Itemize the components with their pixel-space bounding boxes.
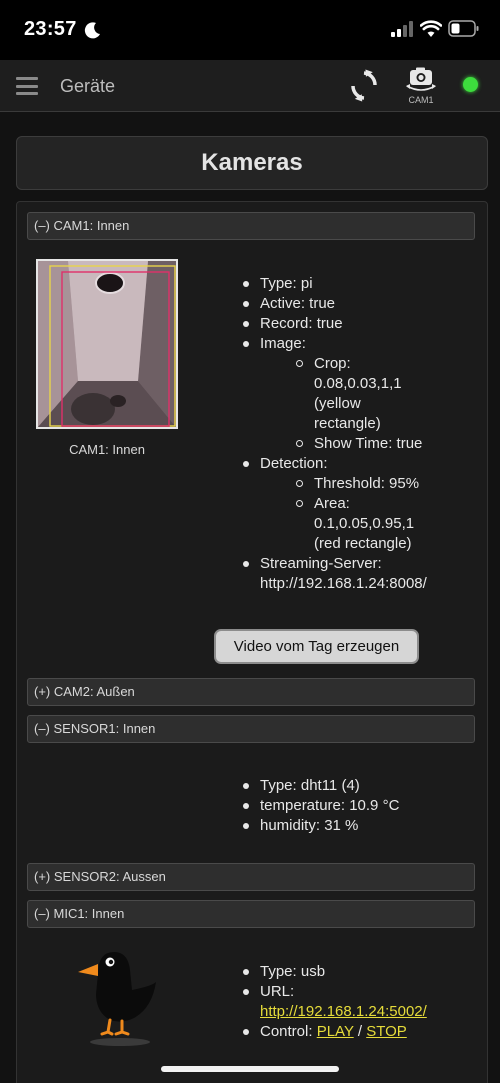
home-indicator[interactable] [161,1066,339,1072]
camera-preview-image[interactable] [36,259,178,429]
section-header-mic1[interactable]: (–) MIC1: Innen [27,900,475,928]
camera-preview-graphic [38,261,176,427]
list-item: URL: http://192.168.1.24:5002/ [238,982,468,1022]
list-item: temperature: 10.9 °C [238,796,468,816]
page-title: Kameras [201,149,303,176]
list-item: Type: usb [238,962,468,982]
sensor1-details-list: Type: dht11 (4) temperature: 10.9 °C hum… [238,776,468,836]
list-item: Active: true [238,294,448,314]
url-label: URL: [260,983,295,1000]
list-item: Threshold: 95% [292,474,448,494]
list-item: Type: dht11 (4) [238,776,468,796]
list-item: Crop: 0.08,0.03,1,1 (yellow rectangle) [292,354,402,434]
stop-link[interactable]: STOP [366,1023,407,1040]
status-time: 23:57 [24,18,77,40]
list-item: Control: PLAY / STOP [238,1022,468,1042]
section-header-cam1[interactable]: (–) CAM1: Innen [27,212,475,240]
play-link[interactable]: PLAY [317,1023,354,1040]
detection-sublist: Threshold: 95% Area: 0.1,0.05,0.95,1 (re… [260,474,448,554]
wifi-icon [420,20,442,37]
section-header-cam2[interactable]: (+) CAM2: Außen [27,678,475,706]
title-card: Kameras [16,136,488,190]
moon-icon [84,22,100,39]
camera-caption: CAM1: Innen [69,442,145,457]
section-header-sensor2[interactable]: (+) SENSOR2: Aussen [27,863,475,891]
image-sublist: Crop: 0.08,0.03,1,1 (yellow rectangle) S… [260,354,448,454]
list-item: Type: pi [238,274,448,294]
camera-switch-button[interactable]: CAM1 [402,66,440,108]
cam1-details-list: Type: pi Active: true Record: true Image… [238,274,448,594]
control-separator: / [357,1023,363,1040]
battery-icon [448,20,479,37]
menu-icon[interactable] [16,77,38,95]
list-item: Image: Crop: 0.08,0.03,1,1 (yellow recta… [238,334,448,454]
list-item: Streaming-Server: http://192.168.1.24:80… [238,554,443,594]
control-label: Control: [260,1023,313,1040]
nav-bar: Geräte CAM1 [0,60,500,112]
list-item: Show Time: true [292,434,448,454]
detection-label: Detection: [260,455,328,472]
connection-status-indicator [463,77,478,92]
create-day-video-button[interactable]: Video vom Tag erzeugen [214,629,419,664]
list-item: humidity: 31 % [238,816,468,836]
mic1-details-list: Type: usb URL: http://192.168.1.24:5002/… [238,962,468,1042]
section-header-sensor1[interactable]: (–) SENSOR1: Innen [27,715,475,743]
camera-switch-label: CAM1 [408,95,434,105]
list-item: Record: true [238,314,448,334]
signal-icon [391,21,413,37]
bird-icon [78,952,156,1046]
nav-title: Geräte [60,76,116,96]
image-label: Image: [260,335,306,352]
list-item: Area: 0.1,0.05,0.95,1 (red rectangle) [292,494,427,554]
status-bar: 23:57 [0,0,500,60]
stream-url-link[interactable]: http://192.168.1.24:5002/ [260,1003,427,1020]
camera-switch-icon [406,67,436,91]
reload-icon[interactable] [348,68,380,104]
list-item: Detection: Threshold: 95% Area: 0.1,0.05… [238,454,448,554]
